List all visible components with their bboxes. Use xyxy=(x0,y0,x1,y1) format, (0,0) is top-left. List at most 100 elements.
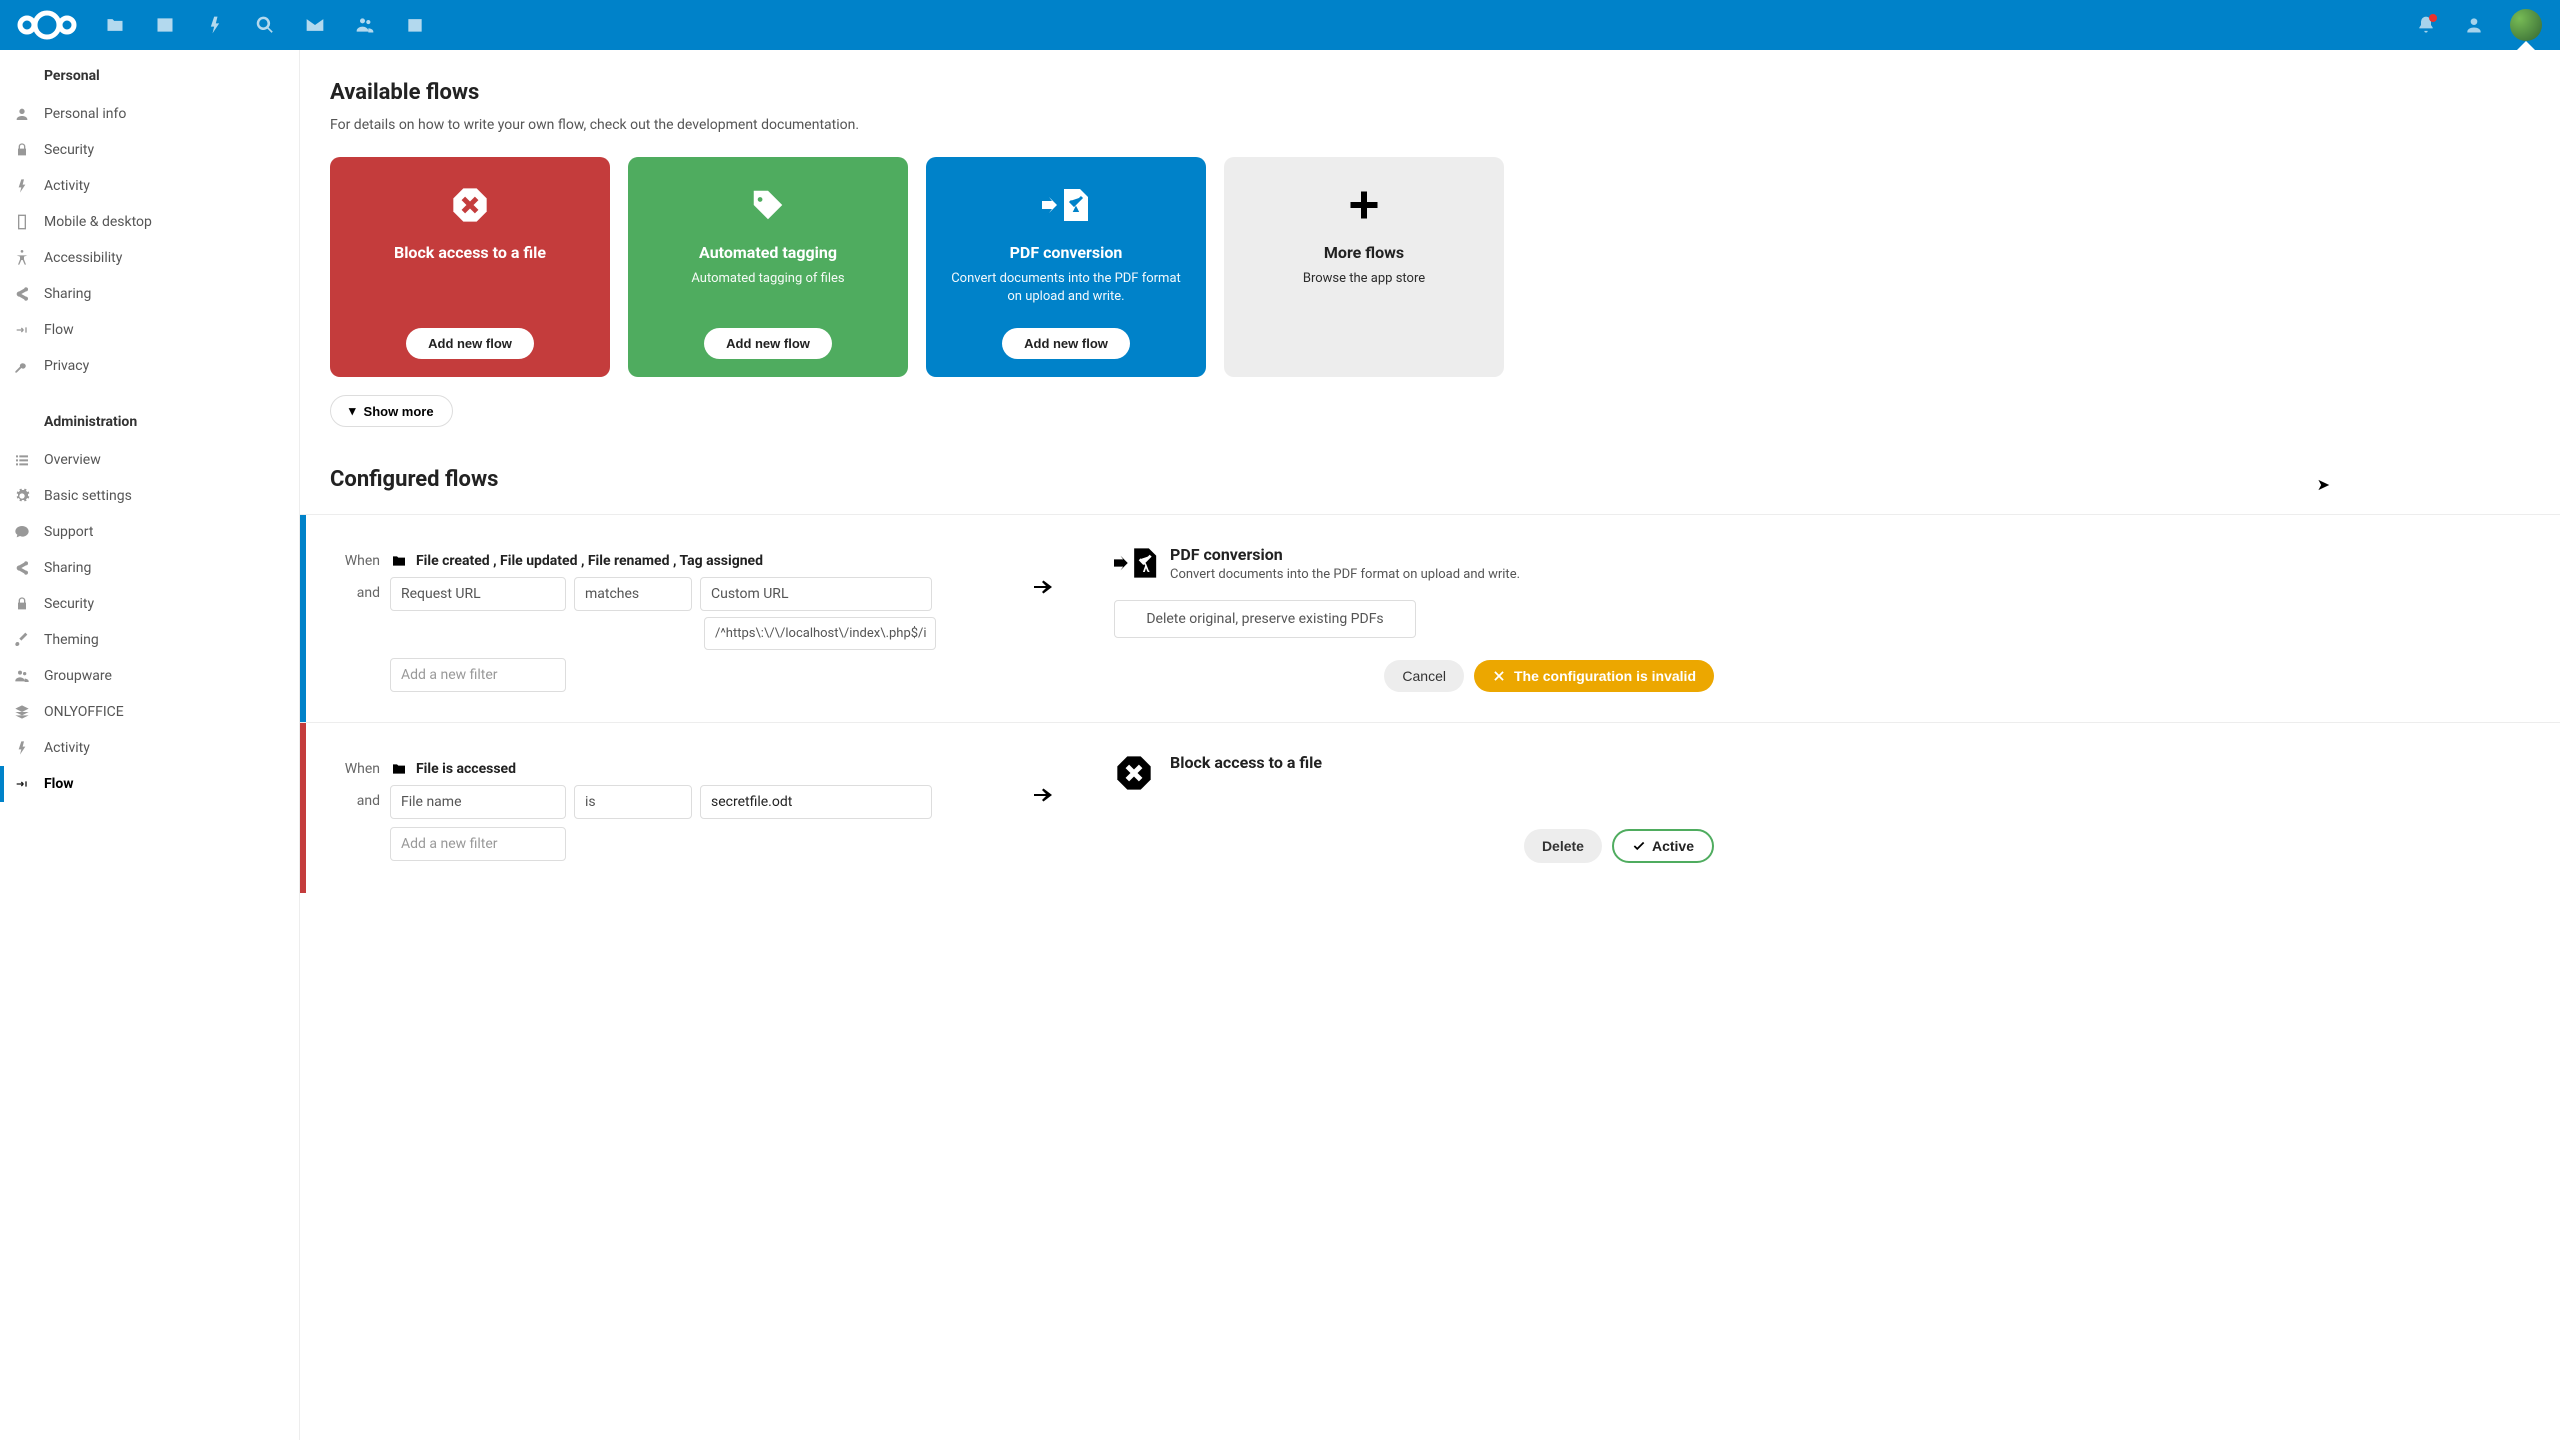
add-flow-button[interactable]: Add new flow xyxy=(406,328,534,359)
sidebar-item-accessibility[interactable]: Accessibility xyxy=(0,240,299,276)
add-filter-button[interactable]: Add a new filter xyxy=(390,827,566,861)
calendar-app-icon[interactable] xyxy=(390,0,440,50)
pdf-convert-icon: λ xyxy=(1114,545,1158,581)
lock-icon xyxy=(14,142,30,158)
add-filter-button[interactable]: Add a new filter xyxy=(390,658,566,692)
mail-app-icon[interactable] xyxy=(290,0,340,50)
layers-icon xyxy=(14,704,30,720)
filter-operator-select[interactable]: is xyxy=(574,785,692,819)
search-app-icon[interactable] xyxy=(240,0,290,50)
sidebar-item-theming[interactable]: Theming xyxy=(0,622,299,658)
sidebar-item-personal-info[interactable]: Personal info xyxy=(0,96,299,132)
rule-result-desc: Convert documents into the PDF format on… xyxy=(1170,566,1520,584)
sidebar-item-mobile[interactable]: Mobile & desktop xyxy=(0,204,299,240)
flow-card-title: Automated tagging xyxy=(699,243,837,262)
sidebar-item-flow-admin[interactable]: Flow xyxy=(0,766,299,802)
contacts-app-icon[interactable] xyxy=(340,0,390,50)
block-icon xyxy=(1114,753,1158,789)
sidebar-item-privacy[interactable]: Privacy xyxy=(0,348,299,384)
sidebar-item-security-admin[interactable]: Security xyxy=(0,586,299,622)
sidebar-item-sharing-admin[interactable]: Sharing xyxy=(0,550,299,586)
contacts-menu-icon[interactable] xyxy=(2452,3,2496,47)
rule-accent xyxy=(300,515,306,722)
when-label: When xyxy=(330,753,380,777)
sidebar-item-flow[interactable]: Flow xyxy=(0,312,299,348)
filter-value-select[interactable]: Custom URL xyxy=(700,577,932,611)
sidebar-item-label: Theming xyxy=(44,632,99,648)
filter-operator-select[interactable]: matches xyxy=(574,577,692,611)
chevron-down-icon: ▾ xyxy=(349,403,356,419)
filter-field-select[interactable]: File name xyxy=(390,785,566,819)
flow-card-title: PDF conversion xyxy=(1010,243,1123,262)
share-icon xyxy=(14,286,30,302)
cursor-icon: ➤ xyxy=(2317,475,2330,494)
header-app-list xyxy=(90,0,440,50)
sidebar-item-security[interactable]: Security xyxy=(0,132,299,168)
filter-value-input[interactable]: secretfile.odt xyxy=(700,785,932,819)
accessibility-icon xyxy=(14,250,30,266)
cancel-button[interactable]: Cancel xyxy=(1384,660,1464,692)
flow-card-desc: Browse the app store xyxy=(1303,270,1425,359)
plus-icon xyxy=(1346,181,1382,229)
sidebar-item-support[interactable]: Support xyxy=(0,514,299,550)
sidebar-item-label: Basic settings xyxy=(44,488,132,504)
filter-field-select[interactable]: Request URL xyxy=(390,577,566,611)
notification-badge xyxy=(2429,14,2437,22)
delete-button[interactable]: Delete xyxy=(1524,829,1602,863)
sidebar-item-activity-admin[interactable]: Activity xyxy=(0,730,299,766)
folder-icon xyxy=(390,553,408,569)
sidebar-item-label: Security xyxy=(44,142,94,158)
photos-app-icon[interactable] xyxy=(140,0,190,50)
flow-card-more[interactable]: More flows Browse the app store xyxy=(1224,157,1504,377)
flow-cards-row: Block access to a file Add new flow Auto… xyxy=(330,157,1760,377)
header-right xyxy=(2404,3,2552,47)
share-icon xyxy=(14,560,30,576)
flow-card-desc: Convert documents into the PDF format on… xyxy=(944,270,1188,318)
notifications-icon[interactable] xyxy=(2404,3,2448,47)
bolt-icon xyxy=(14,740,30,756)
flow-card-block-access: Block access to a file Add new flow xyxy=(330,157,610,377)
sidebar-item-sharing[interactable]: Sharing xyxy=(0,276,299,312)
brush-icon xyxy=(14,632,30,648)
sidebar-item-activity[interactable]: Activity xyxy=(0,168,299,204)
main-content: Available flows For details on how to wr… xyxy=(300,50,2560,1440)
active-button[interactable]: Active xyxy=(1612,829,1714,863)
sidebar-item-label: Activity xyxy=(44,178,90,194)
available-flows-subtitle: For details on how to write your own flo… xyxy=(330,117,1760,133)
rule-option-select[interactable]: Delete original, preserve existing PDFs xyxy=(1114,600,1416,638)
invalid-config-button[interactable]: The configuration is invalid xyxy=(1474,660,1714,692)
rule-accent xyxy=(300,723,306,893)
sidebar-item-onlyoffice[interactable]: ONLYOFFICE xyxy=(0,694,299,730)
logo[interactable] xyxy=(16,8,78,42)
key-icon xyxy=(14,358,30,374)
when-label: When xyxy=(330,545,380,569)
sidebar-item-label: Sharing xyxy=(44,560,91,576)
sidebar-item-label: Support xyxy=(44,524,93,540)
sidebar-item-groupware[interactable]: Groupware xyxy=(0,658,299,694)
flow-rule: When File is accessed and File name is s… xyxy=(300,722,2560,893)
close-icon xyxy=(1492,669,1506,683)
sidebar-item-label: ONLYOFFICE xyxy=(44,704,124,720)
configured-flows-title: Configured flows xyxy=(330,467,1760,492)
pdf-convert-icon: ▲ xyxy=(1042,181,1090,229)
files-app-icon[interactable] xyxy=(90,0,140,50)
user-icon xyxy=(14,106,30,122)
sidebar-item-overview[interactable]: Overview xyxy=(0,442,299,478)
sidebar-item-label: Overview xyxy=(44,452,101,468)
svg-text:λ: λ xyxy=(1143,561,1150,575)
add-flow-button[interactable]: Add new flow xyxy=(1002,328,1130,359)
and-label: and xyxy=(330,577,380,601)
arrow-right-icon xyxy=(1030,783,1054,811)
flow-card-desc: Automated tagging of files xyxy=(691,270,844,318)
sidebar-item-basic-settings[interactable]: Basic settings xyxy=(0,478,299,514)
sidebar-item-label: Flow xyxy=(44,776,74,792)
sidebar-item-label: Security xyxy=(44,596,94,612)
rule-result-title: Block access to a file xyxy=(1170,753,1322,772)
filter-regex-input[interactable]: /^https\:\/\/localhost\/index\.php$/i xyxy=(704,617,936,650)
activity-app-icon[interactable] xyxy=(190,0,240,50)
show-more-button[interactable]: ▾ Show more xyxy=(330,395,453,427)
add-flow-button[interactable]: Add new flow xyxy=(704,328,832,359)
phone-icon xyxy=(14,214,30,230)
user-avatar[interactable] xyxy=(2510,9,2542,41)
lock-icon xyxy=(14,596,30,612)
